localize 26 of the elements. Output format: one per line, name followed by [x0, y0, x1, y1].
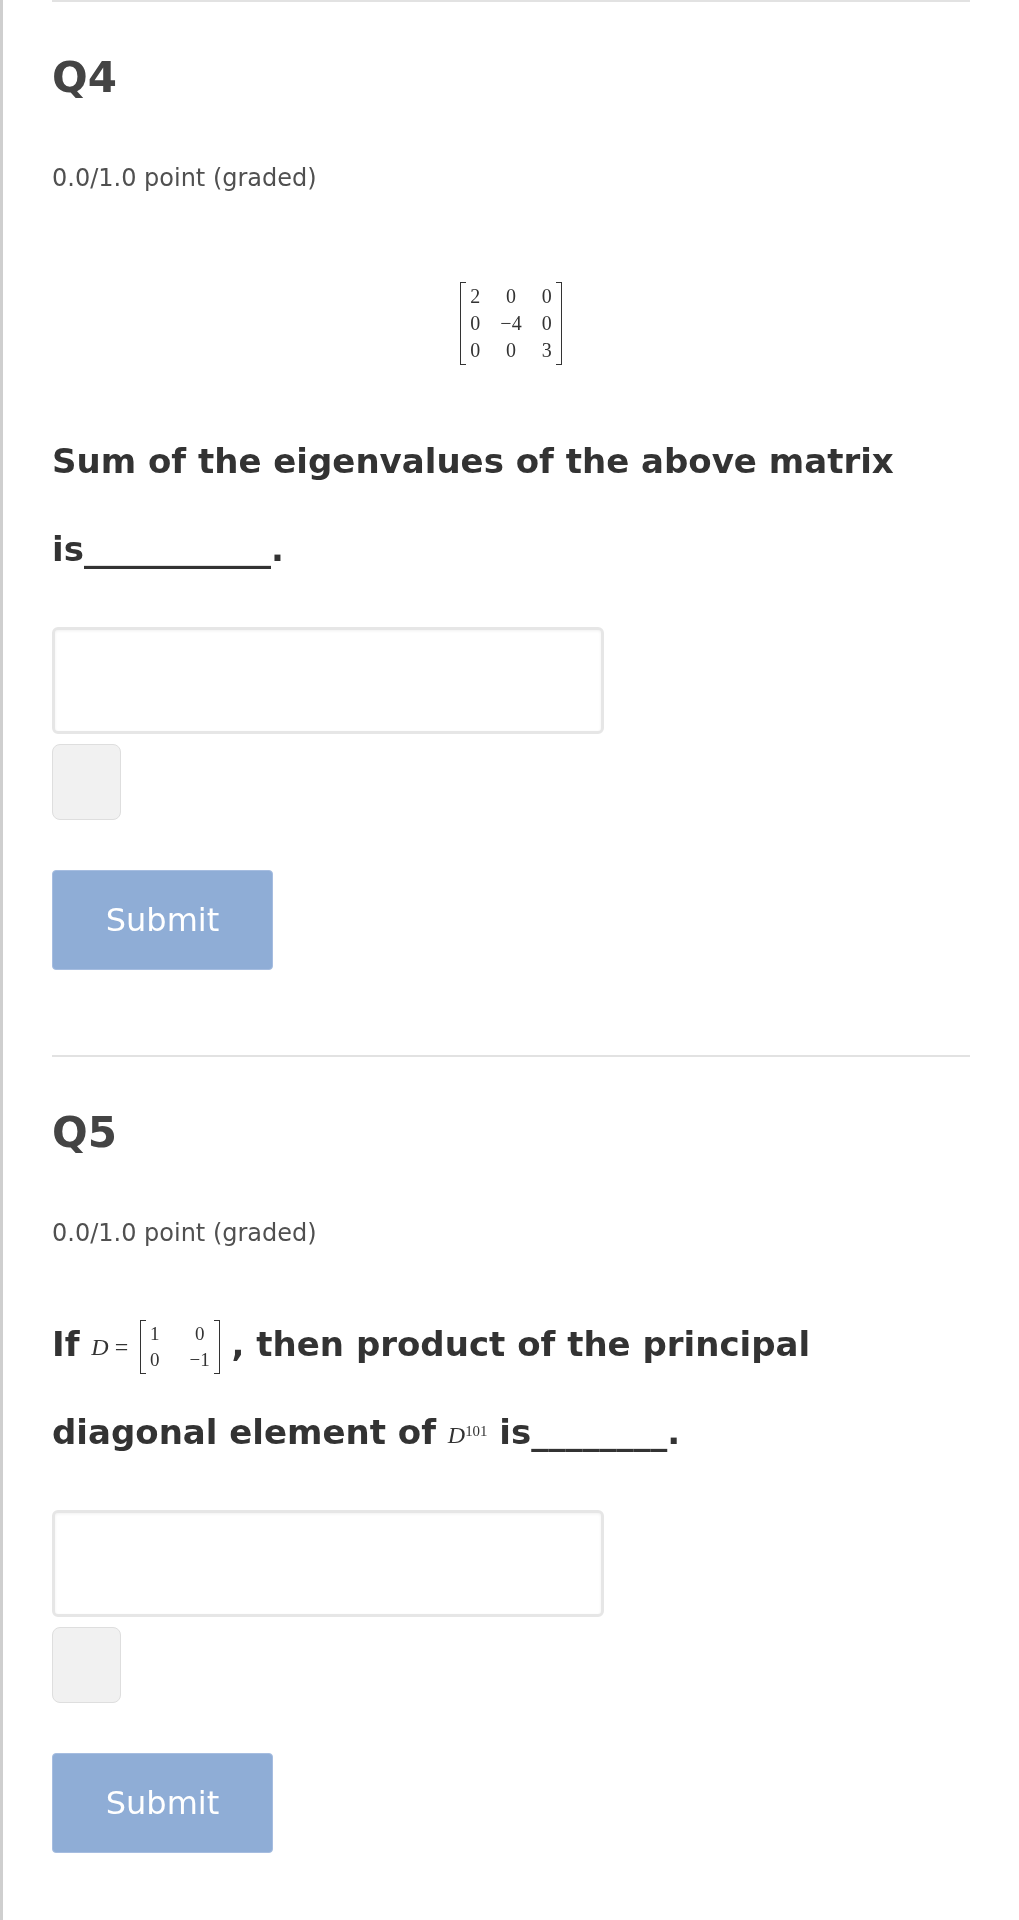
question-text: diagonal element of [52, 1411, 436, 1454]
matrix-entry: 3 [541, 338, 552, 363]
points-label: 0.0/1.0 point (graded) [52, 163, 318, 193]
matrix-entry: 0 [470, 338, 481, 363]
matrix-entry: 0 [505, 338, 517, 363]
question-title: Q5 [52, 1108, 118, 1158]
matrix-entry: 0 [541, 284, 552, 309]
matrix-entry: 2 [470, 284, 481, 309]
points-label: 0.0/1.0 point (graded) [52, 1218, 318, 1248]
question-text: Sum of the eigenvalues of the above matrix is___________. [52, 440, 895, 571]
math-expression: D$^{101}$ [447, 1420, 488, 1449]
answer-input[interactable] [52, 1510, 604, 1617]
matrix-entry: −4 [500, 311, 522, 336]
question-text: If [52, 1323, 80, 1366]
question-title: Q4 [52, 53, 118, 103]
answer-input[interactable] [52, 627, 604, 734]
matrix-entry: 0 [470, 311, 481, 336]
matrix-entry: 1 [150, 1321, 160, 1346]
matrix-entry: 0 [150, 1347, 160, 1372]
question-text: , then product of the principal [231, 1323, 811, 1366]
matrix-entry: 0 [505, 284, 517, 309]
matrix-entry: 0 [193, 1321, 206, 1346]
question-text: is________. [499, 1411, 681, 1454]
matrix-entry: 0 [541, 311, 552, 336]
matrix-entry: −1 [189, 1347, 210, 1372]
math-expression: D = [91, 1332, 129, 1361]
